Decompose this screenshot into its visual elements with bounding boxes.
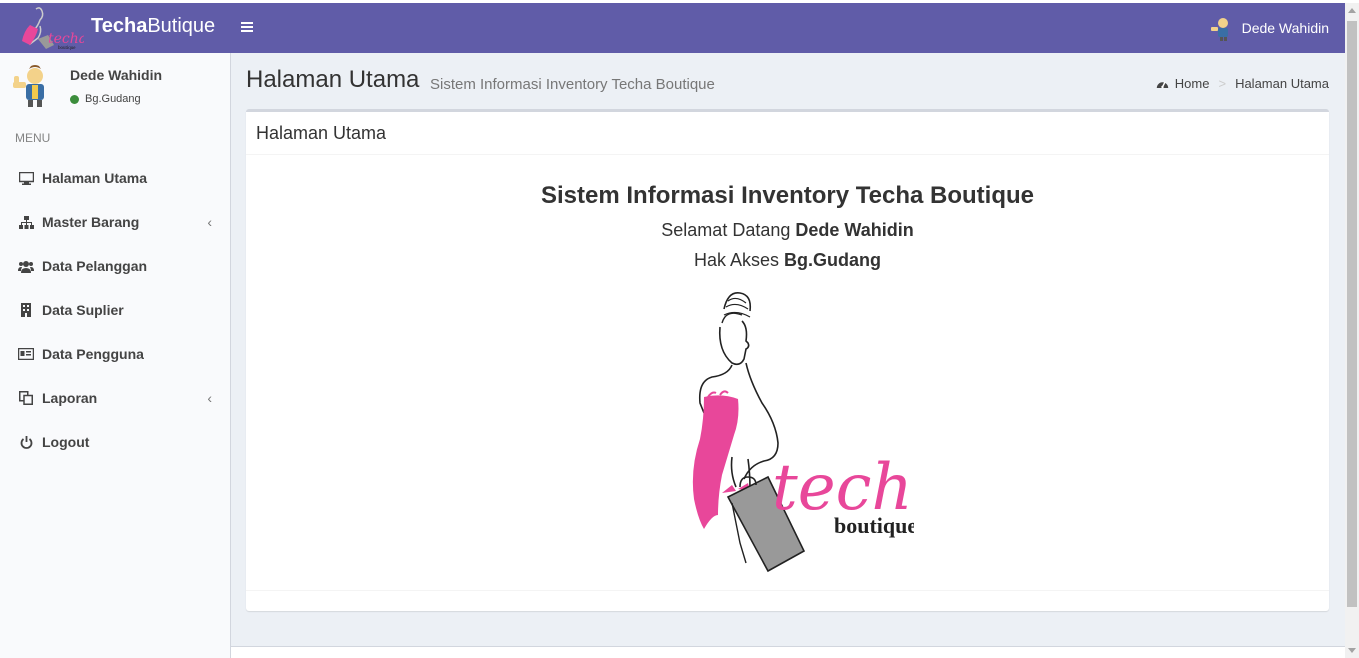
sidebar-item-label: Data Pengguna — [42, 346, 144, 362]
scrollbar-thumb[interactable] — [1347, 21, 1357, 607]
svg-text:techa: techa — [48, 31, 84, 47]
breadcrumb-separator: > — [1218, 76, 1227, 91]
user-status: Bg.Gudang — [70, 93, 141, 105]
sidebar-item-halaman-utama[interactable]: Halaman Utama — [0, 156, 230, 200]
chevron-left-icon: ‹ — [207, 390, 212, 406]
breadcrumb: Home > Halaman Utama — [1156, 76, 1329, 91]
breadcrumb-home-link[interactable]: Home — [1156, 76, 1210, 91]
vertical-scrollbar[interactable] — [1345, 3, 1359, 658]
page-title: Halaman Utama — [246, 66, 420, 93]
sidebar: Dede Wahidin Bg.Gudang MENU Halaman Utam… — [0, 53, 231, 658]
box-footer — [246, 590, 1329, 611]
footer-edge — [231, 646, 1345, 658]
techa-boutique-logo: techa boutique — [692, 292, 914, 573]
copy-icon — [18, 390, 34, 406]
sidebar-item-label: Master Barang — [42, 214, 140, 230]
sidebar-item-label: Data Suplier — [42, 302, 124, 318]
user-menu[interactable]: Dede Wahidin — [1208, 11, 1329, 45]
svg-text:boutique: boutique — [58, 46, 76, 51]
hamburger-icon — [241, 22, 253, 32]
id-card-icon — [18, 346, 34, 362]
brand-name: TechaButique — [91, 15, 216, 37]
sidebar-item-data-pelanggan[interactable]: Data Pelanggan — [0, 244, 230, 288]
menu-header: MENU — [15, 131, 51, 145]
online-status-icon — [70, 94, 79, 104]
building-icon — [18, 302, 34, 318]
box-header: Halaman Utama — [246, 112, 1329, 155]
breadcrumb-current: Halaman Utama — [1235, 76, 1329, 91]
system-title: Sistem Informasi Inventory Techa Boutiqu… — [541, 182, 1034, 209]
user-status-label: Bg.Gudang — [85, 93, 141, 105]
avatar — [13, 65, 44, 107]
access-role: Bg.Gudang — [784, 250, 882, 270]
sidebar-menu: Halaman Utama Master Barang ‹ Data Pelan… — [0, 156, 230, 464]
dashboard-icon — [1156, 81, 1168, 89]
scroll-down-icon[interactable] — [1348, 648, 1356, 653]
sidebar-item-logout[interactable]: Logout — [0, 420, 230, 464]
svg-text:boutique: boutique — [834, 513, 914, 538]
breadcrumb-home-label: Home — [1174, 76, 1210, 91]
sidebar-toggle-button[interactable] — [240, 15, 262, 39]
scroll-up-icon[interactable] — [1348, 8, 1356, 13]
top-navbar: techa boutique TechaButique Dede Wahidin — [0, 3, 1345, 53]
sitemap-icon — [18, 214, 34, 230]
user-panel: Dede Wahidin Bg.Gudang — [0, 53, 230, 119]
welcome-text: Selamat Datang Dede Wahidin — [661, 220, 914, 240]
sidebar-item-data-suplier[interactable]: Data Suplier — [0, 288, 230, 332]
user-avatar-icon — [1210, 18, 1228, 41]
sidebar-item-master-barang[interactable]: Master Barang ‹ — [0, 200, 230, 244]
sidebar-item-laporan[interactable]: Laporan ‹ — [0, 376, 230, 420]
user-menu-name: Dede Wahidin — [1241, 20, 1329, 36]
main-box: Halaman Utama Sistem Informasi Inventory… — [246, 109, 1329, 611]
box-body: Sistem Informasi Inventory Techa Boutiqu… — [246, 155, 1329, 592]
access-text: Hak Akses Bg.Gudang — [693, 250, 882, 270]
welcome-user-name: Dede Wahidin — [795, 220, 914, 240]
content-header: Halaman Utama Sistem Informasi Inventory… — [246, 66, 1329, 100]
power-icon — [18, 434, 34, 450]
sidebar-item-label: Laporan — [42, 390, 98, 406]
sidebar-item-label: Halaman Utama — [42, 170, 148, 186]
users-icon — [18, 258, 34, 274]
sidebar-item-data-pengguna[interactable]: Data Pengguna — [0, 332, 230, 376]
sidebar-item-label: Logout — [42, 434, 90, 450]
techa-logo-icon: techa boutique — [22, 7, 84, 51]
brand-logo[interactable]: techa boutique TechaButique — [0, 3, 230, 53]
sidebar-item-label: Data Pelanggan — [42, 258, 148, 274]
page-subtitle: Sistem Informasi Inventory Techa Boutiqu… — [430, 76, 715, 93]
sidebar-user-name: Dede Wahidin — [70, 67, 163, 83]
monitor-icon — [18, 170, 34, 186]
chevron-left-icon: ‹ — [207, 214, 212, 230]
